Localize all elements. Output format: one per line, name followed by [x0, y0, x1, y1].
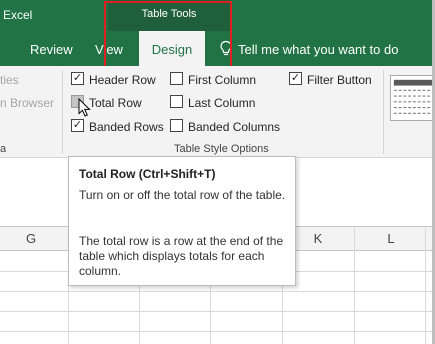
tooltip: Total Row (Ctrl+Shift+T) Turn on or off …	[68, 156, 296, 286]
last-column-label[interactable]: Last Column	[188, 96, 255, 110]
first-column-label[interactable]: First Column	[188, 73, 256, 87]
header-row-label[interactable]: Header Row	[89, 73, 156, 87]
ribbon-item-partial-2: n Browser	[0, 96, 55, 110]
table-style-thumbnail[interactable]	[390, 75, 435, 121]
tooltip-description: Turn on or off the total row of the tabl…	[79, 188, 286, 202]
column-header-g[interactable]: G	[11, 231, 51, 246]
column-header-l[interactable]: L	[371, 231, 411, 246]
column-header-k[interactable]: K	[298, 231, 338, 246]
gridline-vertical	[425, 226, 426, 344]
highlight-box	[104, 1, 232, 69]
mouse-pointer-icon	[78, 98, 91, 117]
banded-columns-label[interactable]: Banded Columns	[188, 120, 280, 134]
first-column-checkbox[interactable]	[170, 72, 183, 85]
banded-rows-checkbox[interactable]: ✓	[71, 119, 84, 132]
ribbon-group-divider-2	[383, 70, 384, 154]
tab-review[interactable]: Review	[30, 42, 73, 57]
tell-me-search[interactable]: Tell me what you want to do	[238, 42, 398, 57]
banded-rows-label[interactable]: Banded Rows	[89, 120, 164, 134]
tooltip-title: Total Row (Ctrl+Shift+T)	[79, 167, 216, 181]
table-style-options-group-label: Table Style Options	[174, 143, 269, 155]
ribbon-item-partial-1: ties	[0, 73, 19, 87]
gridline-vertical	[354, 226, 355, 344]
filter-button-checkbox[interactable]: ✓	[289, 72, 302, 85]
header-row-checkbox[interactable]: ✓	[71, 72, 84, 85]
tooltip-details: The total row is a row at the end of the…	[79, 234, 284, 278]
gridline-horizontal	[0, 331, 435, 332]
filter-button-label[interactable]: Filter Button	[307, 73, 372, 87]
gridline-horizontal	[0, 311, 435, 312]
gridline-horizontal	[0, 291, 435, 292]
ribbon-group-label-partial: a	[0, 143, 7, 155]
banded-columns-checkbox[interactable]	[170, 119, 183, 132]
ribbon-group-divider	[62, 70, 63, 154]
total-row-label[interactable]: Total Row	[89, 96, 142, 110]
last-column-checkbox[interactable]	[170, 95, 183, 108]
app-title: Excel	[3, 8, 33, 22]
